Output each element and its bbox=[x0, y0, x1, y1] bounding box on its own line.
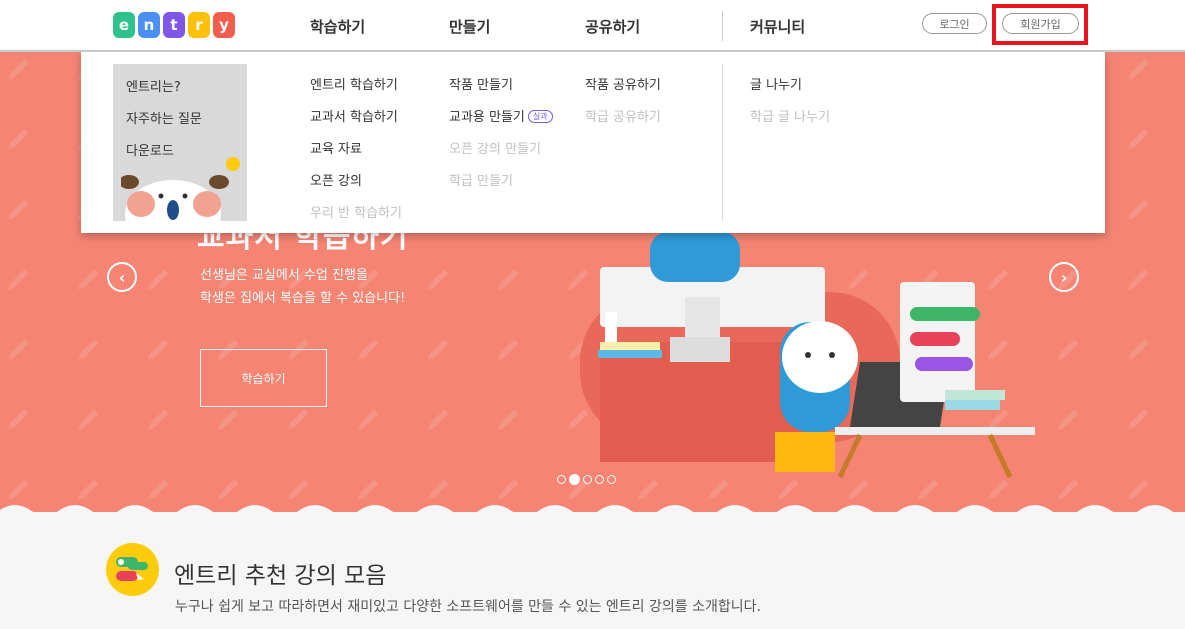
logo-letter-n: n bbox=[138, 12, 160, 38]
dropdown-community-column: 글 나누기 학급 글 나누기 bbox=[750, 74, 830, 138]
side-link-about[interactable]: 엔트리는? bbox=[126, 76, 181, 95]
practical-badge: 실과 bbox=[527, 110, 553, 123]
dropdown-side-panel: 엔트리는? 자주하는 질문 다운로드 bbox=[113, 64, 247, 221]
side-link-faq[interactable]: 자주하는 질문 bbox=[126, 108, 202, 127]
hero-desc-line-2: 학생은 집에서 복습을 할 수 있습니다! bbox=[200, 291, 406, 306]
nav-make[interactable]: 만들기 bbox=[449, 16, 490, 37]
entry-logo[interactable]: e n t r y bbox=[113, 12, 235, 38]
hero-illustration bbox=[580, 232, 1035, 479]
slide-dot-active[interactable] bbox=[569, 474, 580, 485]
signup-highlight-box bbox=[992, 4, 1088, 45]
nav-learn[interactable]: 학습하기 bbox=[310, 16, 365, 37]
lecture-collection-icon bbox=[106, 543, 159, 596]
next-slide-icon[interactable]: › bbox=[1049, 262, 1079, 292]
nav-share[interactable]: 공유하기 bbox=[585, 16, 640, 37]
link-share-class[interactable]: 학급 공유하기 bbox=[585, 106, 661, 138]
dropdown-make-column: 작품 만들기 교과용 만들기 실과 오픈 강의 만들기 학급 만들기 bbox=[449, 74, 553, 202]
link-share-project[interactable]: 작품 공유하기 bbox=[585, 74, 661, 106]
logo-letter-r: r bbox=[188, 12, 210, 38]
slide-dot[interactable] bbox=[607, 475, 616, 484]
link-make-project[interactable]: 작품 만들기 bbox=[449, 74, 553, 106]
dropdown-divider bbox=[722, 64, 723, 221]
link-share-posts[interactable]: 글 나누기 bbox=[750, 74, 830, 106]
top-nav-bar: e n t r y 학습하기 만들기 공유하기 커뮤니티 로그인 회원가입 bbox=[0, 0, 1185, 52]
hero-desc-line-1: 선생님은 교실에서 수업 진행을 bbox=[200, 268, 368, 283]
section-title: 엔트리 추천 강의 모음 bbox=[174, 563, 387, 589]
hero-description: 선생님은 교실에서 수업 진행을 학생은 집에서 복습을 할 수 있습니다! bbox=[200, 264, 405, 310]
link-make-class[interactable]: 학급 만들기 bbox=[449, 170, 553, 202]
link-entry-learn[interactable]: 엔트리 학습하기 bbox=[310, 74, 402, 106]
login-button[interactable]: 로그인 bbox=[922, 13, 987, 34]
section-subtitle: 누구나 쉽게 보고 따라하면서 재미있고 다양한 소프트웨어를 만들 수 있는 … bbox=[175, 599, 761, 615]
link-make-textbook[interactable]: 교과용 만들기 실과 bbox=[449, 106, 553, 138]
link-class-posts[interactable]: 학급 글 나누기 bbox=[750, 106, 830, 138]
nav-community[interactable]: 커뮤니티 bbox=[750, 16, 805, 37]
entry-bear-mascot-icon bbox=[121, 157, 240, 221]
prev-slide-icon[interactable]: ‹ bbox=[107, 262, 137, 292]
dropdown-share-column: 작품 공유하기 학급 공유하기 bbox=[585, 74, 661, 138]
nav-divider bbox=[722, 11, 723, 41]
logo-letter-y: y bbox=[213, 12, 235, 38]
slide-dot[interactable] bbox=[557, 475, 566, 484]
logo-letter-e: e bbox=[113, 12, 135, 38]
link-make-textbook-label: 교과용 만들기 bbox=[449, 110, 525, 125]
hero-learn-button[interactable]: 학습하기 bbox=[200, 349, 327, 407]
mega-menu-dropdown: 엔트리는? 자주하는 질문 다운로드 엔트리 학습하기 교과서 학습하기 교육 … bbox=[81, 52, 1105, 233]
logo-letter-t: t bbox=[163, 12, 185, 38]
slide-indicators bbox=[557, 474, 616, 485]
link-open-lecture[interactable]: 오픈 강의 bbox=[310, 170, 402, 202]
dropdown-learn-column: 엔트리 학습하기 교과서 학습하기 교육 자료 오픈 강의 우리 반 학습하기 bbox=[310, 74, 402, 234]
link-textbook-learn[interactable]: 교과서 학습하기 bbox=[310, 106, 402, 138]
hero-wave-edge bbox=[0, 505, 1185, 520]
slide-dot[interactable] bbox=[583, 475, 592, 484]
slide-dot[interactable] bbox=[595, 475, 604, 484]
link-edu-materials[interactable]: 교육 자료 bbox=[310, 138, 402, 170]
link-class-learn[interactable]: 우리 반 학습하기 bbox=[310, 202, 402, 234]
link-make-open-lecture[interactable]: 오픈 강의 만들기 bbox=[449, 138, 553, 170]
